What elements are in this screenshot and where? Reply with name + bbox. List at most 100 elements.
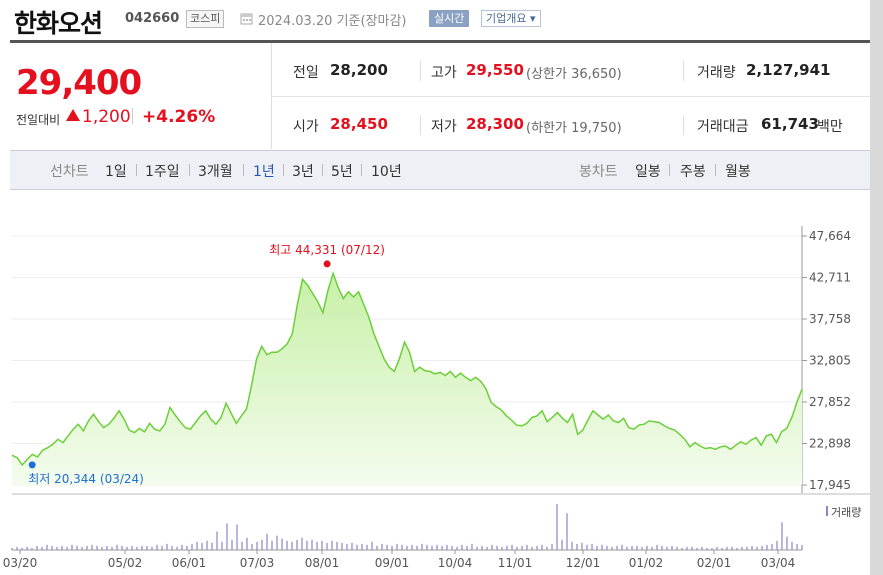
prev-close-value: 28,200 [330,61,388,79]
volume-bar [51,545,53,550]
x-tick-label: 08/01 [305,556,340,570]
volume-bar [796,543,798,550]
x-tick-label: 03/04 [761,556,796,570]
stats-divider [420,61,421,81]
volume-bar [221,541,223,550]
period-1year[interactable]: 1년 [253,161,275,181]
period-divider [283,164,284,176]
volume-bar [401,544,403,550]
volume-bar [236,524,238,550]
period-10year[interactable]: 10년 [371,161,402,181]
change-label: 전일대비 [16,113,61,127]
period-1week[interactable]: 1주일 [145,161,180,181]
volume-bar [226,523,228,550]
y-tick-label: 42,711 [809,271,851,285]
volume-bar [266,533,268,550]
volume-bar [771,543,773,550]
trade-value-label: 거래대금 [697,119,749,135]
volume-bar [466,545,468,550]
volume-bar [636,545,638,550]
calendar-icon [240,13,253,25]
volume-bar [536,545,538,550]
volume-bar [181,544,183,550]
volume-bar [261,539,263,550]
price-area [12,273,802,485]
volume-bar [166,543,168,550]
x-tick-label: 12/01 [566,556,601,570]
min-marker [28,461,36,469]
volume-bar [211,542,213,550]
period-1day[interactable]: 1일 [105,161,127,181]
volume-bar [586,544,588,550]
volume-bar [761,545,763,550]
period-3month[interactable]: 3개월 [198,161,233,181]
change-divider [132,108,133,124]
period-5year[interactable]: 5년 [331,161,353,181]
volume-bar [571,541,573,550]
volume-bar [331,540,333,550]
company-overview-dropdown[interactable]: 기업개요 ▾ [481,10,541,27]
period-divider [669,164,670,176]
volume-bar [436,544,438,550]
volume-bar [61,545,63,550]
volume-bar [801,544,803,550]
period-3year[interactable]: 3년 [292,161,314,181]
high-value: 29,550 [466,61,524,79]
stats-divider [683,61,684,81]
volume-bar [351,542,353,550]
volume-bar [786,536,788,550]
volume-bar [301,537,303,550]
volume-bar [606,545,608,550]
volume-label: 거래량 [697,65,736,81]
volume-bar [566,513,568,550]
volume-bar [591,543,593,550]
volume-bar [631,545,633,550]
volume-bar [141,545,143,550]
volume-bar [491,544,493,550]
volume-bar [251,543,253,550]
volume-legend: 거래량 [831,506,861,519]
volume-bar [781,522,783,550]
volume-bar [231,539,233,550]
volume-legend-swatch [826,506,828,516]
base-date: 2024.03.20 기준(장마감) [258,14,407,29]
candle-monthly[interactable]: 월봉 [725,161,751,181]
volume-bar [506,545,508,550]
volume-bar [326,542,328,550]
lower-limit: (하한가 19,750) [526,121,622,136]
volume-bar [311,539,313,550]
price-chart[interactable]: 47,664 42,711 37,758 32,805 27,852 22,898 17,9… [0,188,870,575]
stats-row-divider [271,96,870,97]
volume-bar [656,544,658,550]
volume-bar [376,545,378,550]
volume-bar [616,545,618,550]
period-divider [361,164,362,176]
x-tick-label: 06/01 [172,556,207,570]
volume-bar [661,545,663,550]
x-tick-label: 01/02 [629,556,664,570]
volume-bar [551,543,553,550]
period-divider [136,164,137,176]
volume-bar [371,541,373,550]
volume-bar [281,538,283,550]
volume-bar [496,545,498,550]
y-tick-label: 22,898 [809,437,851,451]
volume-bar [361,543,363,550]
candle-weekly[interactable]: 주봉 [680,161,706,181]
line-chart-label: 선차트 [50,164,89,180]
volume-bar [256,541,258,550]
candle-daily[interactable]: 일봉 [635,161,661,181]
volume-bar [791,541,793,550]
max-marker [323,260,331,268]
x-tick-label: 05/02 [108,556,143,570]
volume-bar [46,544,48,550]
volume-bar [511,544,513,550]
volume-bar [206,540,208,550]
change-rate: +4.26% [142,107,216,127]
volume-bar [121,545,123,550]
open-label: 시가 [293,119,319,135]
stats-divider [420,115,421,135]
realtime-button[interactable]: 실시간 [429,10,470,27]
volume-bar [561,539,563,550]
x-tick-label: 03/20 [3,556,38,570]
